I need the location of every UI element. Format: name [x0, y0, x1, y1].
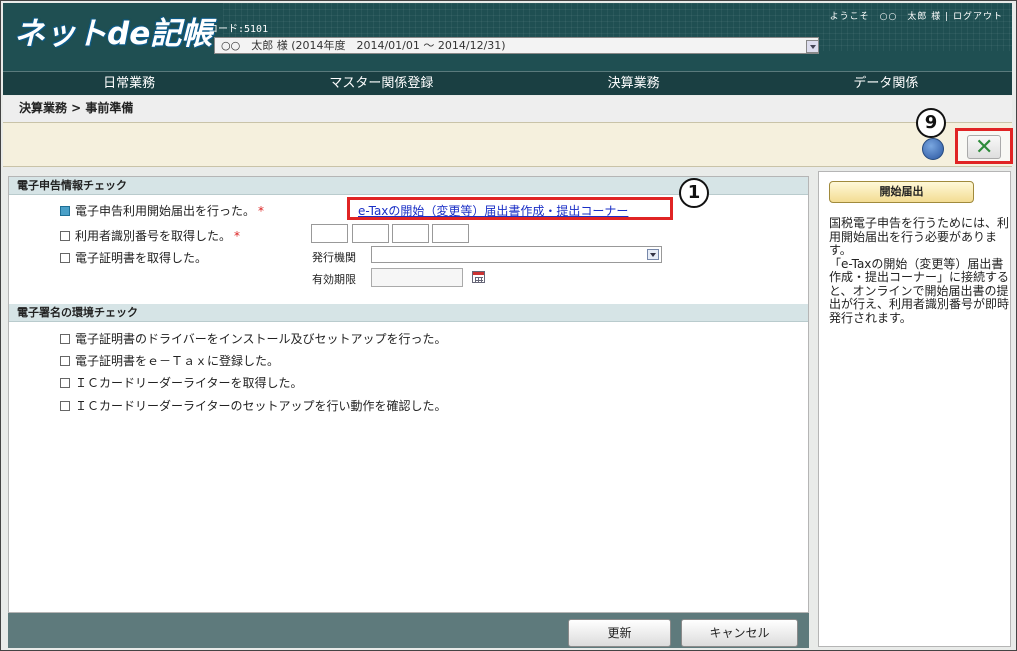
- app-logo: ネットde記帳: [14, 16, 213, 52]
- checkbox[interactable]: [60, 377, 70, 388]
- user-id-field-4[interactable]: [432, 224, 469, 243]
- menu-item-data[interactable]: データ関係: [760, 72, 1012, 95]
- callout-1: 1: [679, 178, 709, 208]
- checkbox[interactable]: [60, 355, 70, 366]
- side-panel-text: 国税電子申告を行うためには、利用開始届出を行う必要があります。 「e-Taxの開…: [829, 216, 1010, 325]
- check-item-register-cert[interactable]: 電子証明書をｅ－Ｔａｘに登録した。: [60, 352, 279, 369]
- help-icon[interactable]: [922, 138, 944, 160]
- close-button[interactable]: ✕: [955, 128, 1013, 164]
- user-id-field-3[interactable]: [392, 224, 429, 243]
- main-menu: 日常業務 マスター関係登録 決算業務 データ関係: [3, 71, 1012, 95]
- company-selector[interactable]: ○○ 太郎 様 (2014年度 2014/01/01 ～ 2014/12/31): [214, 37, 819, 54]
- user-id-field-1[interactable]: [311, 224, 348, 243]
- menu-item-daily[interactable]: 日常業務: [3, 72, 255, 95]
- side-panel-title: 開始届出: [829, 181, 974, 203]
- check-item-user-id[interactable]: 利用者識別番号を取得した。 *: [60, 227, 240, 244]
- menu-item-closing[interactable]: 決算業務: [508, 72, 760, 95]
- checkbox[interactable]: [60, 400, 70, 411]
- check-item-start-notice[interactable]: 電子申告利用開始届出を行った。 *: [60, 202, 264, 219]
- check-item-driver[interactable]: 電子証明書のドライバーをインストール及びセットアップを行った。: [60, 330, 447, 347]
- calendar-icon[interactable]: [472, 271, 485, 283]
- check-item-certificate[interactable]: 電子証明書を取得した。: [60, 249, 207, 266]
- check-item-card-reader[interactable]: ＩＣカードリーダーライターを取得した。: [60, 374, 303, 391]
- callout-9: 9: [916, 108, 946, 138]
- checkbox[interactable]: [60, 252, 70, 263]
- chevron-down-icon[interactable]: [806, 40, 819, 53]
- checkbox[interactable]: [60, 333, 70, 344]
- expiry-date-input[interactable]: [371, 268, 463, 287]
- cancel-button[interactable]: キャンセル: [681, 619, 798, 647]
- checkbox[interactable]: [60, 230, 70, 241]
- close-icon: ✕: [975, 135, 994, 160]
- issuer-label: 発行機関: [312, 251, 356, 264]
- user-id-field-2[interactable]: [352, 224, 389, 243]
- issuer-select[interactable]: [371, 246, 662, 263]
- chevron-down-icon[interactable]: [647, 249, 659, 260]
- check-item-reader-setup[interactable]: ＩＣカードリーダーライターのセットアップを行い動作を確認した。: [60, 397, 447, 414]
- checkbox-checked[interactable]: [60, 205, 70, 216]
- breadcrumb: 決算業務 > 事前準備: [3, 96, 1012, 122]
- highlight-frame: [347, 197, 673, 220]
- user-links[interactable]: ようこそ ○○ 太郎 様 | ログアウト: [830, 9, 1003, 22]
- expiry-label: 有効期限: [312, 273, 356, 286]
- company-code: コード:5101: [208, 24, 269, 35]
- menu-item-master[interactable]: マスター関係登録: [255, 72, 507, 95]
- toolbar: [3, 122, 1012, 167]
- update-button[interactable]: 更新: [568, 619, 671, 647]
- section-signature-title: 電子署名の環境チェック: [9, 304, 808, 322]
